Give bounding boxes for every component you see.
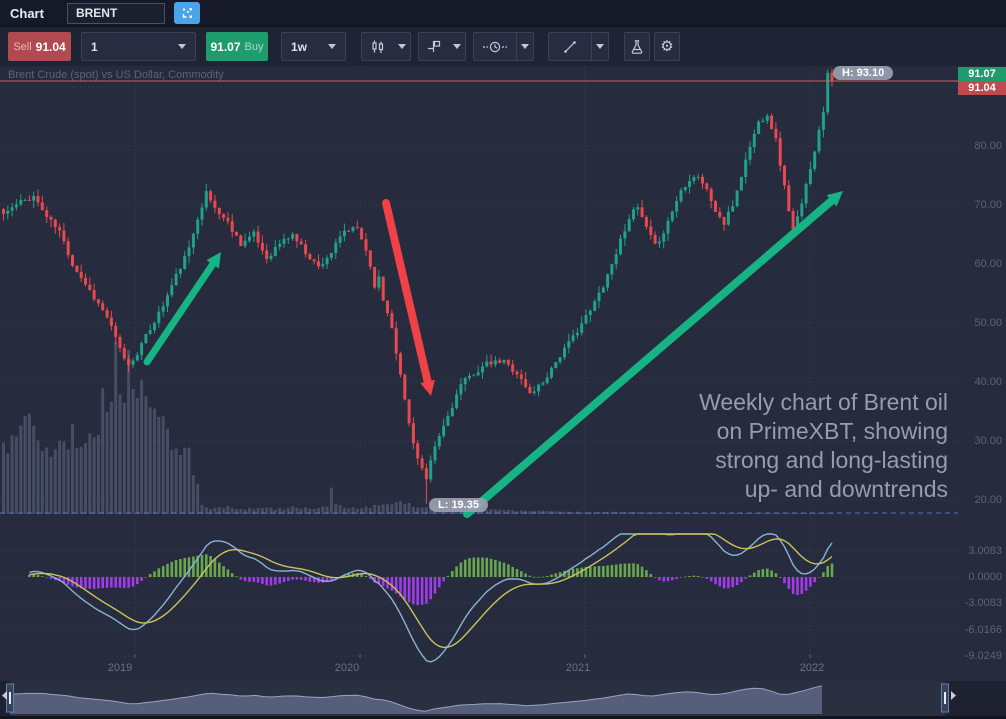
bid-price-badge: 91.04	[958, 81, 1006, 95]
annotation-line: strong and long-lasting	[699, 446, 948, 475]
tag-icon	[419, 33, 448, 60]
chart-pane: 2019 2020 2021 2022 Brent Crude (spot) vs U…	[0, 66, 1006, 681]
macd-axis-tick-label: -3.0083	[958, 597, 1002, 609]
x-axis: 2019 2020 2021 2022	[108, 654, 824, 674]
annotation-line: on PrimeXBT, showing	[699, 417, 948, 446]
macd-axis-tick-label: -9.0249	[958, 650, 1002, 662]
x-axis-label: 2022	[800, 662, 824, 674]
buy-button[interactable]: 91.07 Buy	[206, 32, 268, 61]
buy-label: Buy	[245, 41, 264, 53]
window-header: Chart	[0, 0, 1006, 27]
sell-label: Sell	[13, 41, 31, 53]
settings-button[interactable]: ⚙	[654, 32, 680, 61]
macd-axis-tick-label: 0.0000	[958, 571, 1002, 583]
navigator-canvas[interactable]	[0, 681, 1006, 716]
time-tool-dropdown[interactable]	[473, 32, 534, 61]
quantity-dropdown[interactable]: 1	[81, 32, 196, 61]
order-tag-dropdown[interactable]	[418, 32, 466, 61]
chevron-down-icon	[521, 44, 529, 49]
sell-price: 91.04	[36, 40, 66, 54]
macd-axis-tick-label: 3.0083	[958, 545, 1002, 557]
compare-icon	[180, 6, 194, 20]
buy-price: 91.07	[211, 40, 241, 54]
price-chart-canvas[interactable]: 2019 2020 2021 2022	[0, 66, 1006, 681]
y-axis-tick-label: 20.00	[958, 494, 1002, 506]
high-price-badge: H: 93.10	[833, 66, 893, 80]
symbol-input[interactable]	[67, 3, 165, 24]
price-axis[interactable]: 91.07 91.04 80.00 70.00 60.00 50.00 40.00 30.…	[958, 66, 1006, 681]
clock-icon	[474, 33, 516, 60]
gear-icon: ⚙	[660, 39, 673, 54]
y-axis-tick-label: 70.00	[958, 199, 1002, 211]
flask-icon	[629, 39, 645, 55]
macd-axis-tick-label: -6.0166	[958, 624, 1002, 636]
y-axis-tick-label: 50.00	[958, 317, 1002, 329]
page-title: Chart	[10, 6, 44, 21]
x-axis-label: 2020	[335, 662, 359, 674]
chevron-down-icon	[453, 44, 461, 49]
candlestick-icon	[362, 33, 393, 60]
trading-terminal: Chart Sell 91.04 1 91.07 B	[0, 0, 1006, 719]
x-axis-label: 2021	[566, 662, 590, 674]
y-axis-tick-label: 60.00	[958, 258, 1002, 270]
chevron-down-icon	[328, 44, 336, 49]
macd-indicator	[28, 534, 833, 662]
x-axis-label: 2019	[108, 662, 132, 674]
ask-price-badge: 91.07	[958, 67, 1006, 81]
trendline-icon	[549, 33, 591, 60]
chevron-down-icon	[178, 44, 186, 49]
chevron-down-icon	[596, 44, 604, 49]
y-axis-tick-label: 40.00	[958, 376, 1002, 388]
timeframe-dropdown[interactable]: 1w	[281, 32, 346, 61]
chart-type-dropdown[interactable]	[361, 32, 411, 61]
y-axis-tick-label: 30.00	[958, 435, 1002, 447]
y-axis-tick-label: 80.00	[958, 140, 1002, 152]
sell-button[interactable]: Sell 91.04	[8, 32, 71, 61]
low-price-badge: L: 19.35	[429, 498, 488, 512]
annotation-line: up- and downtrends	[699, 475, 948, 504]
chart-navigator	[0, 681, 1006, 719]
annotation-line: Weekly chart of Brent oil	[699, 388, 948, 417]
drawing-tool-dropdown[interactable]	[548, 32, 609, 61]
chart-annotation: Weekly chart of Brent oil on PrimeXBT, s…	[699, 388, 948, 504]
quantity-value: 1	[91, 40, 98, 54]
indicators-button[interactable]	[624, 32, 650, 61]
timeframe-value: 1w	[291, 40, 307, 54]
chevron-down-icon	[398, 44, 406, 49]
compare-button[interactable]	[174, 2, 200, 24]
toolbar: Sell 91.04 1 91.07 Buy 1w	[0, 27, 1006, 66]
chart-title: Brent Crude (spot) vs US Dollar, Commodi…	[8, 69, 224, 81]
